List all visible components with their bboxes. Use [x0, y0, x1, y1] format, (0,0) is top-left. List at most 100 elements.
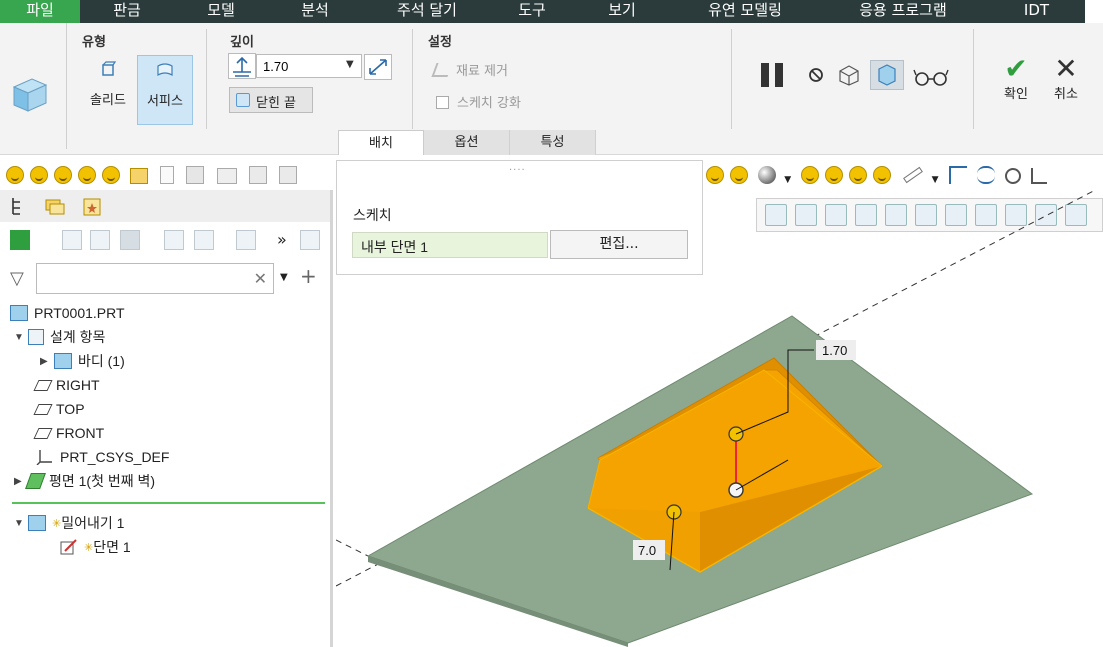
menu-model[interactable]: 모델 [174, 0, 268, 23]
axis-icon[interactable] [1004, 168, 1021, 184]
model-tree-tab-icon[interactable] [8, 194, 32, 218]
favorites-tab-icon[interactable] [80, 194, 104, 218]
tree-filter-icon[interactable] [164, 230, 184, 250]
tree-node[interactable]: ▼ 설계 항목 [14, 326, 105, 348]
tree-settings-icon[interactable] [120, 230, 140, 250]
no-preview-icon[interactable] [808, 67, 824, 83]
remove-material-icon [431, 63, 453, 77]
tree-node-label: 밀어내기 1 [61, 515, 125, 531]
export-icon[interactable] [278, 166, 297, 184]
tree-table-icon[interactable] [194, 230, 214, 250]
sketch-collector[interactable]: 내부 단면 1 [352, 232, 548, 258]
verify-glasses-icon[interactable] [912, 67, 950, 87]
new-feature-star-icon: ✳ [52, 517, 62, 530]
smiley-icon[interactable] [102, 166, 120, 184]
smiley-icon[interactable] [30, 166, 48, 184]
depth-dropdown-icon[interactable]: ▼ [346, 59, 354, 70]
detached-preview-button[interactable] [870, 60, 904, 90]
tree-node-label: 단면 1 [93, 539, 131, 555]
sketch-curve-icon[interactable] [976, 166, 995, 184]
layers-icon[interactable] [236, 230, 256, 250]
menu-sheetmetal[interactable]: 판금 [80, 0, 174, 23]
tree-node[interactable]: ▶ 바디 (1) [40, 350, 125, 372]
menu-tools[interactable]: 도구 [492, 0, 572, 23]
tree-node[interactable]: PRT0001.PRT [10, 302, 125, 324]
measure-icon[interactable] [903, 166, 924, 184]
surface-icon [157, 63, 173, 77]
open-icon[interactable] [216, 168, 237, 184]
smiley-icon[interactable] [6, 166, 24, 184]
tree-node[interactable]: TOP [33, 398, 85, 420]
remove-material-option[interactable]: 재료 제거 [431, 60, 508, 79]
tree-columns-icon[interactable] [90, 230, 110, 250]
expand-icon[interactable]: ▶ [40, 356, 54, 367]
attached-preview-icon[interactable] [836, 63, 862, 87]
solid-button[interactable]: 솔리드 [80, 55, 136, 125]
collapse-icon[interactable]: ▼ [14, 518, 28, 529]
csys-icon [36, 450, 52, 465]
smiley-icon[interactable] [825, 166, 844, 184]
measure-dropdown-icon[interactable]: ▼ [932, 175, 939, 185]
tree-node[interactable]: ▼ ✳ 밀어내기 1 [14, 512, 124, 534]
solid-icon [102, 61, 117, 76]
tree-node[interactable]: FRONT [33, 422, 104, 444]
appearance-sphere-icon[interactable] [758, 166, 777, 184]
ribbon: 유형 솔리드 서피스 깊이 ▼ 닫힌 끝 설정 재료 제거 스케치 강화 ✔ 확… [0, 23, 1103, 155]
add-filter-icon[interactable]: + [300, 264, 317, 288]
new-feature-star-icon: ✳ [84, 541, 94, 554]
quick-toolbar [0, 160, 335, 190]
smiley-icon[interactable] [801, 166, 820, 184]
save-icon[interactable] [186, 166, 205, 184]
menu-idt[interactable]: IDT [988, 0, 1085, 23]
new-file-icon[interactable] [160, 166, 175, 184]
closed-end-icon [236, 93, 250, 107]
csys-icon[interactable] [1031, 168, 1048, 184]
show-tree-icon[interactable] [10, 230, 30, 250]
tree-node[interactable]: RIGHT [33, 374, 100, 396]
clear-search-icon[interactable]: ✕ [254, 269, 267, 288]
edit-sketch-button[interactable]: 편집... [550, 230, 688, 259]
sketch-strengthen-option[interactable]: 스케치 강화 [436, 92, 521, 111]
collapse-icon[interactable]: ▼ [14, 332, 28, 343]
length-dimension-text[interactable]: 7.0 [638, 543, 656, 558]
sketch-strengthen-checkbox[interactable] [436, 96, 449, 109]
menu-applications[interactable]: 응용 프로그램 [818, 0, 988, 23]
smiley-icon[interactable] [873, 166, 892, 184]
folder-browser-tab-icon[interactable] [42, 194, 66, 218]
more-icon[interactable]: » [277, 230, 287, 249]
pause-icon[interactable] [758, 61, 788, 89]
panel-grip-icon[interactable]: ···· [509, 165, 526, 176]
smiley-icon[interactable] [78, 166, 96, 184]
menu-annotate[interactable]: 주석 달기 [362, 0, 492, 23]
tab-options[interactable]: 옵션 [424, 130, 510, 155]
cancel-button[interactable]: ✕ 취소 [1046, 55, 1086, 103]
confirm-button[interactable]: ✔ 확인 [996, 55, 1036, 103]
datum-plane-icon[interactable] [948, 166, 967, 184]
insert-here-marker[interactable] [12, 502, 325, 504]
tree-node[interactable]: ▶ 평면 1(첫 번째 벽) [14, 470, 155, 492]
tree-options-icon[interactable] [300, 230, 320, 250]
print-icon[interactable] [248, 166, 267, 184]
tab-placement[interactable]: 배치 [338, 130, 424, 155]
tree-node[interactable]: ✳ 단면 1 [60, 536, 131, 558]
smiley-icon[interactable] [706, 166, 724, 184]
folder-icon[interactable] [130, 168, 149, 184]
surface-button[interactable]: 서피스 [137, 55, 193, 125]
flip-direction-button[interactable] [364, 54, 392, 80]
appearance-dropdown-icon[interactable]: ▼ [784, 175, 791, 185]
smiley-icon[interactable] [849, 166, 868, 184]
tree-node[interactable]: PRT_CSYS_DEF [36, 446, 169, 468]
smiley-icon[interactable] [730, 166, 748, 184]
tab-properties[interactable]: 특성 [510, 130, 596, 155]
menu-analysis[interactable]: 분석 [268, 0, 362, 23]
menu-view[interactable]: 보기 [572, 0, 672, 23]
menu-file[interactable]: 파일 [0, 0, 80, 23]
smiley-icon[interactable] [54, 166, 72, 184]
depth-option-button[interactable] [228, 53, 256, 79]
tree-list-icon[interactable] [62, 230, 82, 250]
search-dropdown-icon[interactable]: ▼ [280, 272, 288, 283]
menu-flexible-modeling[interactable]: 유연 모델링 [672, 0, 818, 23]
depth-dimension-text[interactable]: 1.70 [822, 343, 847, 358]
closed-end-button[interactable]: 닫힌 끝 [229, 87, 313, 113]
search-input[interactable]: ✕ [36, 263, 274, 294]
